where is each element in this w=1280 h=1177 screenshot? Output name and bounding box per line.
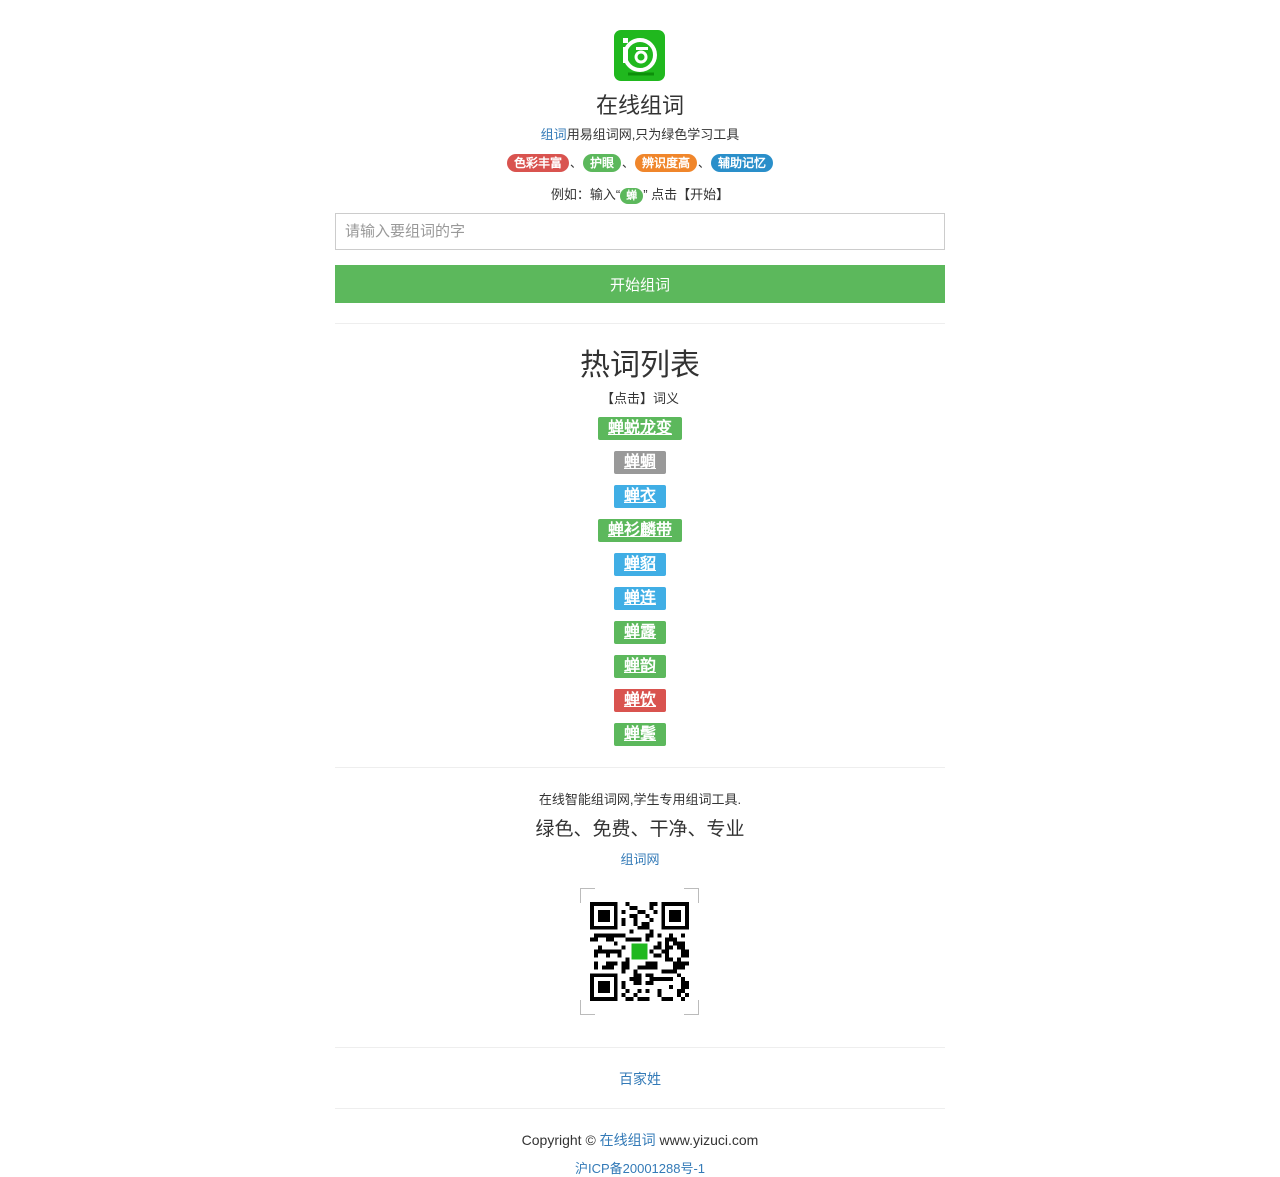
- subtitle-link[interactable]: 组词: [541, 127, 567, 142]
- hot-word-button[interactable]: 蝉蜩: [613, 451, 666, 474]
- hot-word-button[interactable]: 蝉蜕龙变: [597, 417, 682, 440]
- copyright-domain: www.yizuci.com: [655, 1132, 759, 1148]
- example-suffix: ” 点击【开始】: [643, 187, 730, 202]
- divider: [335, 1047, 945, 1048]
- copyright-prefix: Copyright ©: [521, 1132, 600, 1148]
- hot-words-title: 热词列表: [580, 349, 700, 382]
- divider: [335, 323, 945, 324]
- feature-tags: 色彩丰富、护眼、辨识度高、辅助记忆: [0, 154, 1280, 172]
- hot-word-button[interactable]: 蝉貂: [613, 553, 666, 576]
- icp-link-wrap: 沪ICP备20001288号-1: [0, 1158, 1280, 1177]
- page-title: 在线组词: [595, 93, 684, 118]
- example-hint: 例如：输入“ 蝉” 点击【开始】: [0, 184, 1280, 204]
- tag-separator: 、: [569, 156, 582, 170]
- site-logo-icon[interactable]: [614, 30, 665, 81]
- hot-word-button[interactable]: 蝉韵: [613, 655, 666, 678]
- hot-word-button[interactable]: 蝉衫麟带: [597, 519, 682, 542]
- hot-word-button[interactable]: 蝉连: [613, 587, 666, 610]
- example-prefix: 例如：输入“: [550, 187, 621, 202]
- hot-word-button[interactable]: 蝉露: [613, 621, 666, 644]
- copyright-link[interactable]: 在线组词: [600, 1132, 656, 1148]
- site-subtitle: 组词用易组词网,只为绿色学习工具: [0, 124, 1280, 143]
- divider: [335, 1108, 945, 1109]
- tag-colorful: 色彩丰富: [506, 154, 569, 172]
- baijiaxing-link-wrap: 百家姓: [0, 1069, 1280, 1089]
- search-input[interactable]: [335, 213, 945, 250]
- copyright: Copyright © 在线组词 www.yizuci.com: [0, 1130, 1280, 1150]
- hot-word-list: 蝉蜕龙变 蝉蜩 蝉衣 蝉衫麟带 蝉貂 蝉连 蝉露 蝉韵 蝉饮 蝉鬓: [0, 417, 1280, 757]
- tag-eye-care: 护眼: [582, 154, 621, 172]
- icp-link[interactable]: 沪ICP备20001288号-1: [575, 1161, 705, 1176]
- divider: [335, 767, 945, 768]
- footer-site-link-wrap: 组词网: [0, 849, 1280, 868]
- example-char: 蝉: [620, 188, 644, 204]
- start-button[interactable]: 开始组词: [335, 265, 945, 303]
- tag-memory-aid: 辅助记忆: [711, 154, 774, 172]
- hot-word-button[interactable]: 蝉饮: [613, 689, 666, 712]
- footer-site-link[interactable]: 组词网: [620, 852, 659, 867]
- tag-separator: 、: [621, 156, 634, 170]
- footer-tagline: 在线智能组词网,学生专用组词工具.: [538, 792, 742, 807]
- subtitle-text: 用易组词网,只为绿色学习工具: [566, 127, 740, 142]
- baijiaxing-link[interactable]: 百家姓: [619, 1071, 661, 1087]
- page: 在线组词 组词用易组词网,只为绿色学习工具 色彩丰富、护眼、辨识度高、辅助记忆 …: [0, 0, 1280, 1176]
- tag-separator: 、: [698, 156, 711, 170]
- tag-recognizable: 辨识度高: [635, 154, 698, 172]
- footer-slogan: 绿色、免费、干净、专业: [535, 819, 745, 840]
- hot-word-button[interactable]: 蝉鬓: [613, 723, 666, 746]
- qr-code-icon: [580, 888, 699, 1015]
- hot-word-button[interactable]: 蝉衣: [613, 485, 666, 508]
- hot-words-note: 【点击】词义: [600, 391, 679, 406]
